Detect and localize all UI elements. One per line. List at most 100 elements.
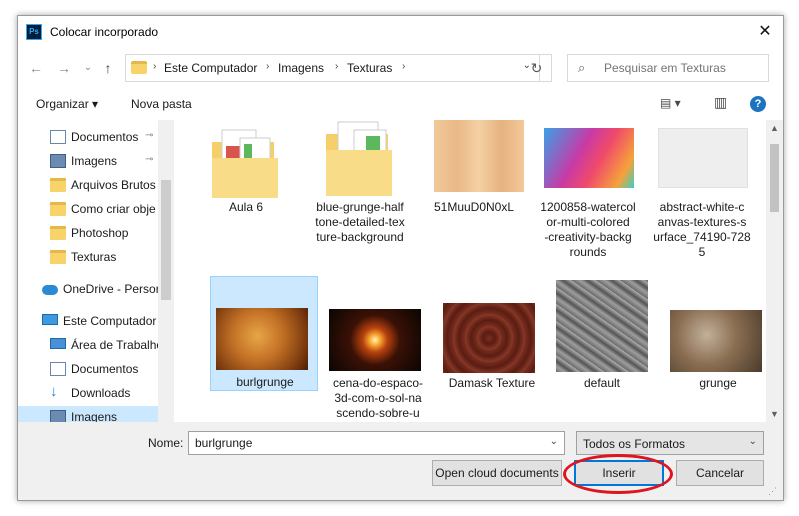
resize-grip-icon[interactable]: ⋰ bbox=[768, 486, 777, 497]
file-list-scrollbar[interactable]: ▲ ▼ bbox=[766, 120, 783, 422]
folder-icon bbox=[50, 202, 66, 216]
breadcrumb-separator: › bbox=[335, 61, 339, 72]
file-name: blue-grunge-half tone-detailed-tex ture-… bbox=[315, 200, 405, 244]
insert-button[interactable]: Inserir bbox=[574, 460, 664, 486]
forward-arrow-icon[interactable]: → bbox=[54, 58, 74, 78]
breadcrumb-este-computador[interactable]: Este Computador bbox=[164, 61, 257, 75]
downloads-icon: ↓ bbox=[50, 383, 58, 400]
chevron-down-icon: ⌄ bbox=[748, 436, 757, 447]
nav-pane-scrollbar[interactable] bbox=[158, 120, 174, 422]
file-name-input[interactable] bbox=[195, 435, 535, 451]
screenshot-canvas: Ps Colocar incorporado ✕ ← → ⌄ ↑ › Este … bbox=[0, 0, 799, 516]
file-type-select[interactable]: Todos os Formatos ⌄ bbox=[576, 431, 764, 455]
file-name-label: Nome: bbox=[148, 436, 184, 450]
folder-thumbnail bbox=[326, 121, 392, 196]
recent-locations-icon[interactable]: ⌄ bbox=[78, 58, 98, 78]
pin-icon: ⊸ bbox=[145, 130, 154, 141]
breadcrumb-separator: › bbox=[402, 61, 406, 72]
file-item[interactable]: Damask Texture bbox=[438, 276, 546, 416]
image-thumbnail bbox=[329, 309, 421, 371]
image-thumbnail bbox=[434, 120, 524, 192]
open-file-dialog: Ps Colocar incorporado ✕ ← → ⌄ ↑ › Este … bbox=[18, 16, 783, 500]
change-view-icon[interactable]: ▤ ▾ bbox=[660, 96, 681, 110]
folder-icon bbox=[50, 178, 66, 192]
breadcrumb-texturas[interactable]: Texturas bbox=[347, 61, 392, 75]
nav-item-label: Texturas bbox=[71, 250, 117, 264]
file-item[interactable]: Aula 6 bbox=[192, 120, 300, 260]
breadcrumb-separator: › bbox=[153, 61, 157, 72]
pictures-icon bbox=[50, 154, 66, 168]
file-item[interactable]: 1200858-watercol or-multi-colored -creat… bbox=[534, 120, 642, 260]
cancel-button[interactable]: Cancelar bbox=[676, 460, 764, 486]
image-thumbnail bbox=[556, 280, 648, 372]
navigation-pane: Documentos ⊸ Imagens ⊸ Arquivos Brutos C… bbox=[18, 120, 174, 422]
nav-item-como-criar[interactable]: Como criar obje bbox=[18, 198, 174, 220]
title-bar: Ps Colocar incorporado ✕ bbox=[18, 16, 783, 48]
up-arrow-icon[interactable]: ↑ bbox=[98, 58, 118, 78]
file-item-selected[interactable]: burlgrunge bbox=[210, 276, 318, 391]
image-thumbnail bbox=[658, 128, 748, 188]
file-name: Damask Texture bbox=[448, 376, 536, 390]
file-name: 1200858-watercol or-multi-colored -creat… bbox=[540, 200, 636, 259]
desktop-icon bbox=[50, 338, 66, 349]
image-thumbnail bbox=[670, 310, 762, 372]
pictures-icon bbox=[50, 410, 66, 422]
nav-item-onedrive[interactable]: OneDrive - Persor bbox=[18, 278, 174, 300]
file-name-combobox[interactable]: ⌄ bbox=[188, 431, 565, 455]
search-input[interactable] bbox=[604, 60, 764, 76]
nav-item-label: Photoshop bbox=[71, 226, 129, 240]
image-thumbnail bbox=[216, 308, 308, 370]
nav-item-area-de-trabalho[interactable]: Área de Trabalho bbox=[18, 334, 174, 356]
scrollbar-thumb[interactable] bbox=[161, 180, 171, 300]
address-bar[interactable]: › Este Computador › Imagens › Texturas ›… bbox=[125, 54, 540, 82]
scroll-up-icon[interactable]: ▲ bbox=[766, 120, 783, 136]
file-item[interactable]: grunge bbox=[664, 276, 766, 416]
nav-item-photoshop[interactable]: Photoshop bbox=[18, 222, 174, 244]
nav-item-label: Documentos bbox=[71, 362, 139, 376]
close-icon[interactable]: ✕ bbox=[752, 20, 778, 44]
folder-icon bbox=[50, 250, 66, 264]
image-thumbnail bbox=[443, 303, 535, 373]
organize-menu[interactable]: Organizar ▾ bbox=[36, 97, 98, 111]
file-name: cena-do-espaco- 3d-com-o-sol-na scendo-s… bbox=[332, 376, 424, 422]
chevron-down-icon[interactable]: ⌄ bbox=[550, 436, 558, 447]
preview-pane-icon[interactable]: ▥ bbox=[714, 94, 727, 111]
nav-item-texturas[interactable]: Texturas bbox=[18, 246, 174, 268]
photoshop-icon: Ps bbox=[26, 24, 42, 40]
file-item[interactable]: default bbox=[548, 276, 656, 416]
nav-item-label: Área de Trabalho bbox=[71, 338, 164, 352]
file-item[interactable]: cena-do-espaco- 3d-com-o-sol-na scendo-s… bbox=[324, 276, 432, 422]
nav-item-documentos-2[interactable]: Documentos bbox=[18, 358, 174, 380]
help-icon[interactable]: ? bbox=[750, 96, 766, 112]
nav-item-documentos[interactable]: Documentos ⊸ bbox=[18, 126, 174, 148]
scrollbar-thumb[interactable] bbox=[770, 144, 779, 212]
file-item[interactable]: 51MuuD0N0xL bbox=[420, 120, 528, 260]
breadcrumb-imagens[interactable]: Imagens bbox=[278, 61, 324, 75]
refresh-icon[interactable]: ↻ bbox=[522, 54, 552, 82]
nav-item-label: OneDrive - Persor bbox=[63, 282, 160, 296]
open-cloud-documents-button[interactable]: Open cloud documents bbox=[432, 460, 562, 486]
nav-item-label: Imagens bbox=[71, 154, 118, 168]
nav-item-label: Documentos bbox=[71, 130, 139, 144]
search-box[interactable]: ⌕ bbox=[567, 54, 769, 82]
breadcrumb-separator: › bbox=[266, 61, 270, 72]
nav-item-arquivos-brutos[interactable]: Arquivos Brutos bbox=[18, 174, 174, 196]
nav-item-label: Downloads bbox=[71, 386, 131, 400]
scroll-down-icon[interactable]: ▼ bbox=[766, 406, 783, 422]
file-item[interactable]: blue-grunge-half tone-detailed-tex ture-… bbox=[306, 120, 414, 260]
new-folder-button[interactable]: Nova pasta bbox=[131, 97, 192, 111]
file-name: abstract-white-c anvas-textures-s urface… bbox=[653, 200, 751, 259]
nav-item-este-computador[interactable]: Este Computador bbox=[18, 310, 174, 332]
nav-item-label: Imagens bbox=[71, 410, 118, 422]
nav-item-label: Como criar obje bbox=[71, 202, 156, 216]
back-arrow-icon[interactable]: ← bbox=[26, 58, 46, 78]
nav-item-downloads[interactable]: ↓ Downloads bbox=[18, 382, 174, 404]
nav-item-imagens[interactable]: Imagens ⊸ bbox=[18, 150, 174, 172]
image-thumbnail bbox=[544, 128, 634, 188]
folder-thumbnail bbox=[212, 129, 278, 198]
file-name: Aula 6 bbox=[228, 200, 264, 214]
computer-icon bbox=[42, 314, 58, 325]
nav-item-imagens-2[interactable]: Imagens bbox=[18, 406, 158, 422]
file-item[interactable]: abstract-white-c anvas-textures-s urface… bbox=[648, 120, 756, 260]
file-name: grunge bbox=[699, 376, 737, 390]
